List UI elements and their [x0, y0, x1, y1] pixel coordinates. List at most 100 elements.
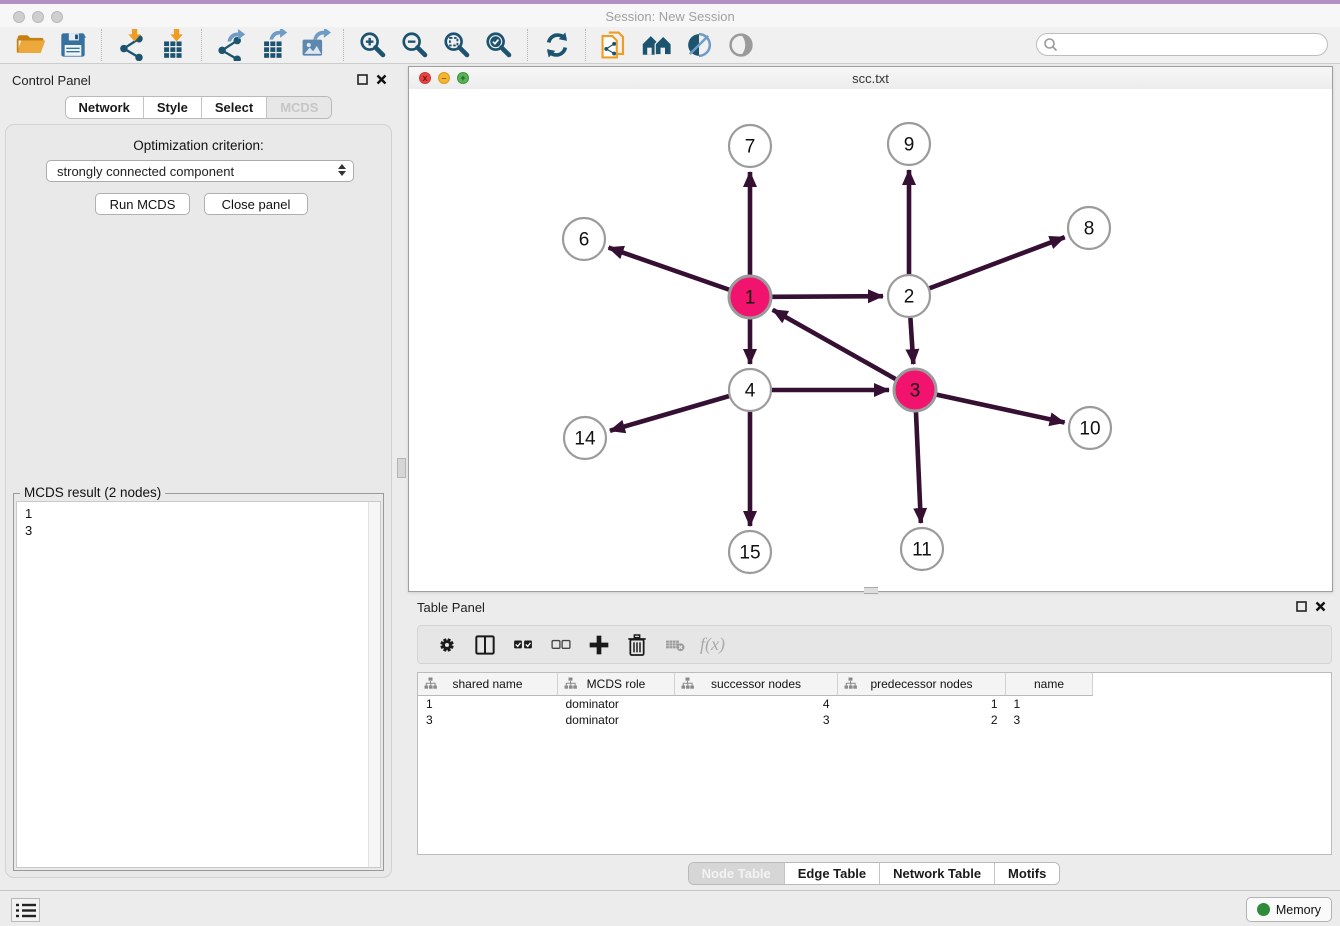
node-table[interactable]: shared nameMCDS rolesuccessor nodesprede…	[417, 672, 1332, 855]
table-row[interactable]: 3dominator323	[418, 712, 1331, 728]
tab-node-table[interactable]: Node Table	[689, 863, 784, 884]
gear-icon[interactable]	[432, 630, 462, 660]
result-line: 1	[25, 506, 372, 523]
tab-style[interactable]: Style	[143, 97, 201, 118]
table-panel-header: Table Panel	[408, 597, 1340, 619]
deselect-all-icon[interactable]	[546, 630, 576, 660]
birds-eye-icon[interactable]	[724, 28, 758, 62]
graph-node-label: 1	[745, 288, 756, 309]
toolbar-separator	[585, 29, 587, 61]
select-stepper-icon	[338, 164, 346, 176]
cell-MCDS-role[interactable]: dominator	[558, 696, 675, 713]
graph-node-label: 8	[1084, 219, 1095, 240]
tab-mcds[interactable]: MCDS	[266, 97, 331, 118]
home-icon[interactable]	[640, 28, 674, 62]
network-window-titlebar[interactable]: x – + scc.txt	[409, 67, 1332, 90]
graph-node-label: 2	[904, 287, 915, 308]
graph-node-label: 15	[739, 543, 760, 564]
delete-table-icon	[660, 630, 690, 660]
tab-select[interactable]: Select	[201, 97, 266, 118]
trash-icon[interactable]	[622, 630, 652, 660]
network-canvas[interactable]: 1234678910111415	[409, 89, 1332, 591]
cell-successor-nodes[interactable]: 4	[675, 696, 838, 713]
graph-node-label: 6	[579, 230, 590, 251]
graph-node-label: 7	[745, 137, 756, 158]
graph-node-label: 9	[904, 135, 915, 156]
graph-edge-1-6[interactable]	[609, 248, 730, 290]
mcds-result-box: MCDS result (2 nodes) 13	[13, 493, 384, 871]
cell-predecessor-nodes[interactable]: 2	[838, 712, 1006, 728]
control-panel-tabs: NetworkStyleSelectMCDS	[65, 96, 333, 119]
table-panel-title: Table Panel	[417, 600, 485, 615]
select-all-icon[interactable]	[508, 630, 538, 660]
close-panel-icon[interactable]	[376, 74, 387, 85]
export-table-icon[interactable]	[256, 28, 290, 62]
close-panel-icon[interactable]	[1315, 601, 1326, 612]
cell-shared-name[interactable]: 1	[418, 696, 558, 713]
export-image-icon[interactable]	[298, 28, 332, 62]
graph-edge-3-10[interactable]	[936, 395, 1064, 423]
tab-network[interactable]: Network	[66, 97, 143, 118]
save-icon[interactable]	[56, 28, 90, 62]
cell-successor-nodes[interactable]: 3	[675, 712, 838, 728]
network-graph[interactable]: 1234678910111415	[409, 89, 1332, 591]
status-bar: Memory	[0, 890, 1340, 926]
column-header-successor-nodes[interactable]: successor nodes	[675, 673, 838, 696]
open-folder-icon[interactable]	[14, 28, 48, 62]
add-icon[interactable]	[584, 630, 614, 660]
run-mcds-button[interactable]: Run MCDS	[95, 193, 190, 215]
search-field[interactable]	[1036, 33, 1328, 56]
result-scrollbar[interactable]	[368, 502, 380, 867]
zoom-out-icon[interactable]	[398, 28, 432, 62]
graph-edge-3-1[interactable]	[773, 310, 896, 379]
tab-motifs[interactable]: Motifs	[994, 863, 1059, 884]
graph-edge-1-2[interactable]	[772, 296, 883, 297]
graph-edge-2-3[interactable]	[910, 318, 913, 364]
zoom-in-icon[interactable]	[356, 28, 390, 62]
cell-predecessor-nodes[interactable]: 1	[838, 696, 1006, 713]
cell-name[interactable]: 3	[1006, 712, 1093, 728]
toolbar-separator	[201, 29, 203, 61]
refresh-icon[interactable]	[540, 28, 574, 62]
mcds-result-textarea[interactable]: 13	[16, 501, 381, 868]
float-panel-icon[interactable]	[1296, 601, 1307, 612]
zoom-selected-icon[interactable]	[482, 28, 516, 62]
columns-icon[interactable]	[470, 630, 500, 660]
column-header-predecessor-nodes[interactable]: predecessor nodes	[838, 673, 1006, 696]
graph-node-label: 3	[910, 381, 921, 402]
style-toggle-icon[interactable]	[682, 28, 716, 62]
tree-icon	[424, 677, 437, 690]
tab-edge-table[interactable]: Edge Table	[784, 863, 879, 884]
task-history-button[interactable]	[11, 898, 40, 922]
search-icon	[1043, 37, 1058, 52]
graph-edge-2-8[interactable]	[930, 237, 1065, 288]
import-table-icon[interactable]	[156, 28, 190, 62]
graph-node-label: 10	[1079, 419, 1100, 440]
graph-node-label: 14	[574, 429, 596, 450]
network-file-icon[interactable]	[598, 28, 632, 62]
vertical-splitter-handle[interactable]	[397, 458, 406, 478]
memory-button[interactable]: Memory	[1246, 897, 1332, 922]
mcds-result-title: MCDS result (2 nodes)	[20, 485, 165, 500]
tab-network-table[interactable]: Network Table	[879, 863, 994, 884]
export-network-icon[interactable]	[214, 28, 248, 62]
column-header-name[interactable]: name	[1006, 673, 1093, 696]
table-panel: Table Panel f(x) shared nameMCDS rolesuc…	[408, 595, 1340, 888]
criterion-select[interactable]: strongly connected component	[46, 160, 354, 182]
column-header-shared-name[interactable]: shared name	[418, 673, 558, 696]
close-panel-button[interactable]: Close panel	[204, 193, 308, 215]
column-header-MCDS-role[interactable]: MCDS role	[558, 673, 675, 696]
import-network-icon[interactable]	[114, 28, 148, 62]
graph-edge-4-14[interactable]	[610, 396, 729, 431]
network-view-window: x – + scc.txt 1234678910111415	[408, 66, 1333, 592]
cell-shared-name[interactable]: 3	[418, 712, 558, 728]
mcds-tab-content: Optimization criterion: strongly connect…	[5, 124, 392, 878]
horizontal-splitter-handle[interactable]	[864, 587, 878, 594]
table-row[interactable]: 1dominator411	[418, 696, 1331, 713]
table-tabs: Node TableEdge TableNetwork TableMotifs	[688, 862, 1061, 885]
float-panel-icon[interactable]	[357, 74, 368, 85]
cell-name[interactable]: 1	[1006, 696, 1093, 713]
cell-MCDS-role[interactable]: dominator	[558, 712, 675, 728]
zoom-fit-icon[interactable]	[440, 28, 474, 62]
graph-edge-3-11[interactable]	[916, 412, 921, 523]
